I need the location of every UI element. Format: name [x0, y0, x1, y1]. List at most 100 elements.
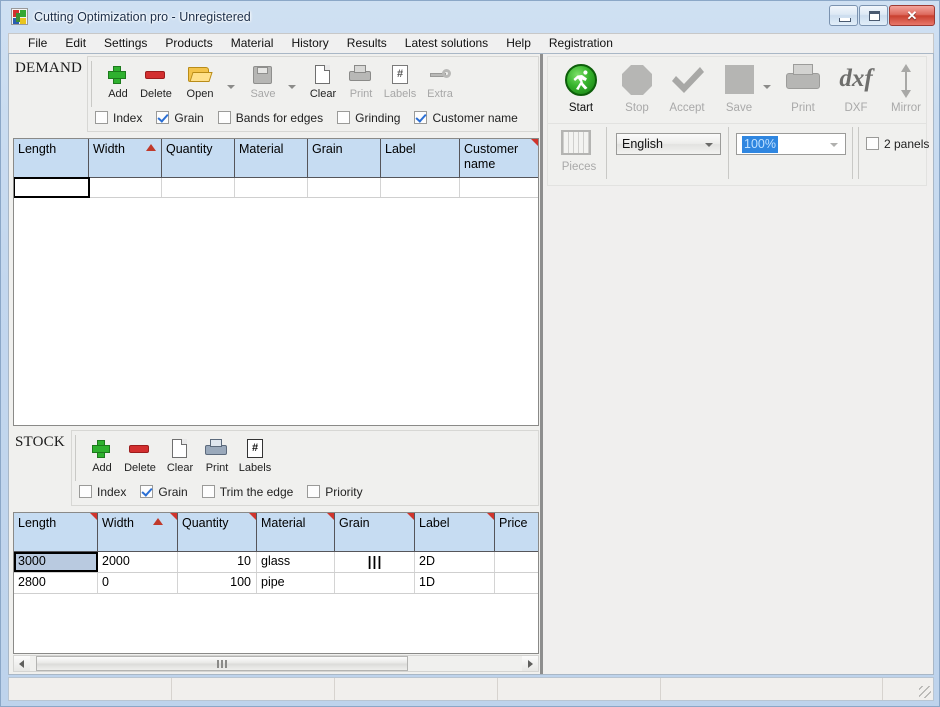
- demand-cell-width[interactable]: [89, 178, 162, 197]
- stock-col-length[interactable]: Length: [14, 513, 98, 551]
- stock-print-button[interactable]: Print: [197, 435, 237, 474]
- start-button[interactable]: Start: [554, 60, 608, 114]
- menu-item-latest-solutions[interactable]: Latest solutions: [396, 34, 497, 53]
- demand-cell-customer[interactable]: [460, 178, 538, 197]
- pieces-button[interactable]: Pieces: [552, 126, 606, 173]
- stock-delete-button[interactable]: Delete: [120, 435, 160, 474]
- stock-cell-length-row1[interactable]: 3000: [14, 552, 98, 572]
- demand-save-dropdown-arrow[interactable]: [288, 85, 296, 89]
- stock-cell-width-row2[interactable]: 0: [98, 573, 178, 593]
- stock-col-quantity[interactable]: Quantity: [178, 513, 257, 551]
- stock-cell-width-row1[interactable]: 2000: [98, 552, 178, 572]
- menu-item-history[interactable]: History: [282, 34, 337, 53]
- demand-checkbox-grinding[interactable]: Grinding: [337, 109, 400, 127]
- stock-cell-price-row1[interactable]: [495, 552, 538, 572]
- stock-checkbox-trim-the-edge[interactable]: Trim the edge: [201, 483, 293, 501]
- stock-cell-label-row1[interactable]: 2D: [415, 552, 495, 572]
- maximize-button[interactable]: [859, 5, 888, 26]
- stock-checkbox-grain[interactable]: Grain: [140, 483, 188, 501]
- stock-checkbox-priority[interactable]: Priority: [307, 483, 363, 501]
- stock-add-button[interactable]: Add: [82, 435, 122, 474]
- checkbox-box: [95, 111, 108, 124]
- demand-col-length[interactable]: Length: [14, 139, 89, 177]
- accept-button[interactable]: Accept: [660, 60, 714, 114]
- stop-button[interactable]: Stop: [610, 60, 664, 114]
- demand-col-grain[interactable]: Grain: [308, 139, 381, 177]
- demand-cell-label[interactable]: [381, 178, 460, 197]
- save-results-dropdown-arrow[interactable]: [763, 85, 771, 89]
- stock-col-width[interactable]: Width: [98, 513, 178, 551]
- demand-print-button[interactable]: Print: [341, 61, 381, 100]
- horizontal-scrollbar[interactable]: [13, 655, 539, 672]
- checkbox-2-panels[interactable]: 2 panels: [866, 135, 929, 153]
- demand-add-label: Add: [108, 88, 128, 100]
- demand-clear-button[interactable]: Clear: [303, 61, 343, 100]
- menu-item-registration[interactable]: Registration: [540, 34, 622, 53]
- table-row[interactable]: 2800 0 100 pipe 1D: [14, 573, 538, 594]
- demand-checkbox-bands-for-edges[interactable]: Bands for edges: [217, 109, 323, 127]
- dxf-button[interactable]: dxf DXF: [829, 60, 883, 114]
- stock-checkbox-index[interactable]: Index: [79, 483, 126, 501]
- scroll-right-button[interactable]: [522, 656, 538, 671]
- stock-cell-grain-row1[interactable]: |||: [335, 552, 415, 572]
- menu-item-file[interactable]: File: [19, 34, 56, 53]
- accept-label: Accept: [669, 102, 705, 114]
- stock-cell-quantity-row2[interactable]: 100: [178, 573, 257, 593]
- demand-extra-button[interactable]: Extra: [420, 61, 460, 100]
- demand-open-dropdown-arrow[interactable]: [227, 85, 235, 89]
- demand-cell-grain[interactable]: [308, 178, 381, 197]
- stock-col-grain[interactable]: Grain: [335, 513, 415, 551]
- demand-grid[interactable]: Length Width Quantity Material Grain Lab…: [13, 138, 539, 426]
- menu-item-help[interactable]: Help: [497, 34, 540, 53]
- resize-grip-icon[interactable]: [919, 686, 931, 698]
- demand-cell-length[interactable]: [14, 177, 90, 198]
- save-results-button[interactable]: Save: [712, 60, 766, 114]
- square-save-icon: [712, 60, 766, 100]
- stock-cell-label-row2[interactable]: 1D: [415, 573, 495, 593]
- menu-item-material[interactable]: Material: [222, 34, 283, 53]
- stock-grid[interactable]: Length Width Quantity Material Grain Lab…: [13, 512, 539, 654]
- demand-col-customer-name[interactable]: Customer name: [460, 139, 538, 177]
- zoom-select[interactable]: 100%: [736, 133, 846, 155]
- stock-clear-button[interactable]: Clear: [160, 435, 200, 474]
- print-results-button[interactable]: Print: [776, 60, 830, 114]
- demand-open-button[interactable]: Open: [180, 61, 220, 100]
- language-select[interactable]: English: [616, 133, 721, 155]
- close-button[interactable]: ✕: [889, 5, 935, 26]
- stock-cell-material-row2[interactable]: pipe: [257, 573, 335, 593]
- stock-cell-price-row2[interactable]: [495, 573, 538, 593]
- stock-cell-length-row2[interactable]: 2800: [14, 573, 98, 593]
- demand-checkbox-customer-name[interactable]: Customer name: [414, 109, 518, 127]
- stock-labels-button[interactable]: # Labels: [235, 435, 275, 474]
- demand-cell-material[interactable]: [235, 178, 308, 197]
- scroll-left-button[interactable]: [14, 656, 30, 671]
- table-row[interactable]: 3000 2000 10 glass ||| 2D: [14, 552, 538, 573]
- demand-cell-quantity[interactable]: [162, 178, 235, 197]
- menu-item-results[interactable]: Results: [338, 34, 396, 53]
- demand-delete-button[interactable]: Delete: [136, 61, 176, 100]
- menu-item-settings[interactable]: Settings: [95, 34, 156, 53]
- demand-col-quantity[interactable]: Quantity: [162, 139, 235, 177]
- stock-cell-material-row1[interactable]: glass: [257, 552, 335, 572]
- demand-checkbox-index[interactable]: Index: [95, 109, 142, 127]
- table-row[interactable]: [14, 177, 538, 198]
- checkmark-icon: [660, 60, 714, 100]
- menu-item-products[interactable]: Products: [156, 34, 221, 53]
- stock-col-label[interactable]: Label: [415, 513, 495, 551]
- stock-cell-quantity-row1[interactable]: 10: [178, 552, 257, 572]
- stock-col-material[interactable]: Material: [257, 513, 335, 551]
- demand-add-button[interactable]: Add: [98, 61, 138, 100]
- scrollbar-thumb[interactable]: [36, 656, 408, 671]
- demand-checkbox-grain[interactable]: Grain: [156, 109, 204, 127]
- demand-col-material[interactable]: Material: [235, 139, 308, 177]
- demand-col-width[interactable]: Width: [89, 139, 162, 177]
- stock-cell-grain-row2[interactable]: [335, 573, 415, 593]
- mirror-button[interactable]: Mirror: [879, 60, 933, 114]
- demand-save-button[interactable]: Save: [243, 61, 283, 100]
- minimize-button[interactable]: [829, 5, 858, 26]
- menu-item-edit[interactable]: Edit: [56, 34, 95, 53]
- demand-labels-button[interactable]: # Labels: [380, 61, 420, 100]
- stock-col-price[interactable]: Price: [495, 513, 538, 551]
- demand-col-label[interactable]: Label: [381, 139, 460, 177]
- stop-label: Stop: [625, 102, 649, 114]
